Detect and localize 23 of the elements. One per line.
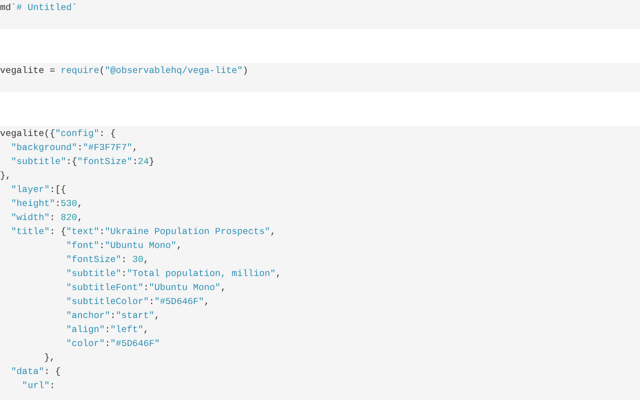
code-line: }, — [43, 351, 56, 365]
code-line: "subtitleFont":"Ubuntu Mono", — [65, 281, 226, 295]
code-line: "url": — [21, 379, 56, 393]
code-line: vegalite({"config": { — [0, 127, 116, 141]
code-line: }, — [0, 169, 12, 183]
code-line: "subtitle":{"fontSize":24} — [10, 155, 154, 169]
code-line: "anchor":"start", — [65, 309, 160, 323]
code-line: "background":"#F3F7F7", — [10, 141, 138, 155]
code-line: "subtitleColor":"#5D646F", — [65, 295, 210, 309]
code-line: "data": { — [10, 365, 61, 379]
code-line: "font":"Ubuntu Mono", — [65, 239, 182, 253]
code-line: vegalite = require("@observablehq/vega-lite") — [0, 64, 248, 78]
code-line: "fontSize": 30, — [65, 253, 149, 267]
code-line: "height":530, — [10, 197, 83, 211]
code-line: "align":"left", — [65, 323, 149, 337]
code-line: "width": 820, — [10, 211, 83, 225]
code-cell[interactable]: md`# Untitled` — [0, 0, 640, 29]
code-line: "layer":[{ — [10, 183, 66, 197]
code-cell[interactable]: vegalite = require("@observablehq/vega-lite") — [0, 63, 640, 92]
code-line: "title": {"text":"Ukraine Population Prospects", — [10, 225, 276, 239]
code-line: md`# Untitled` — [0, 1, 78, 15]
code-line: "subtitle":"Total population, million", — [65, 267, 282, 281]
code-line: "color":"#5D646F" — [65, 337, 160, 351]
